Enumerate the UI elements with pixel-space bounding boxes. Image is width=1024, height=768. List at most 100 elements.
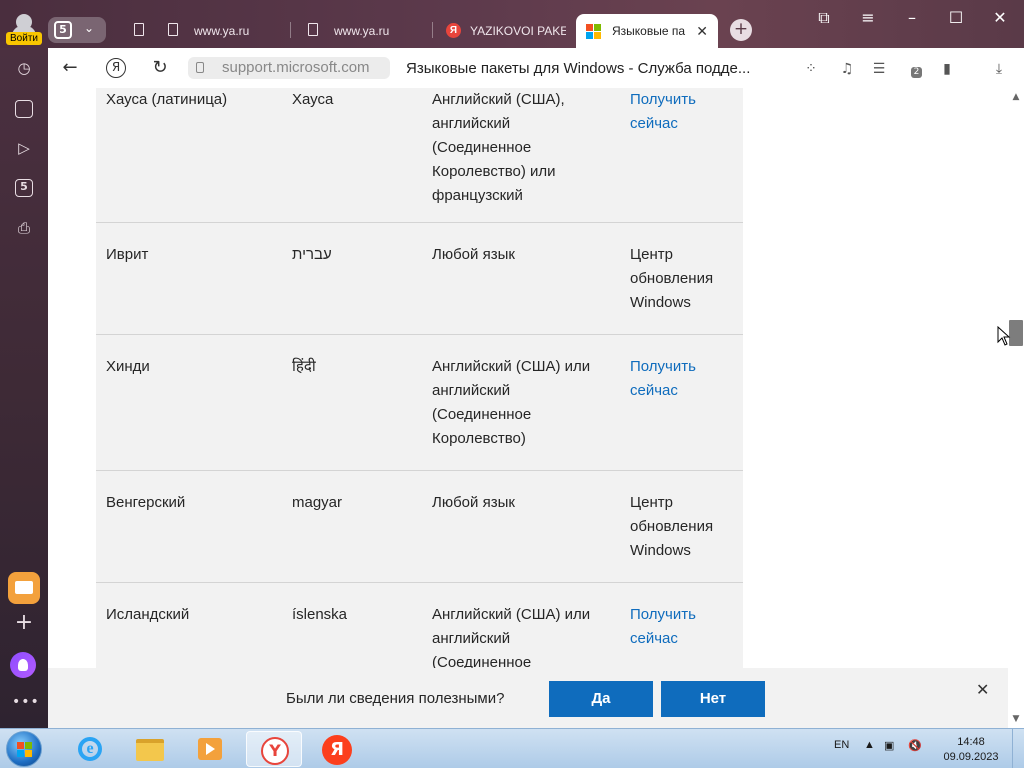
cell-how-to-get-text: Центр обновления Windows [630,245,714,311]
pinned-tab[interactable] [118,14,154,48]
network-icon[interactable]: ▣ [884,739,894,752]
browser-sidebar: ◷ ▷ 5 ⎙ + ••• [0,48,48,728]
minimize-icon[interactable]: – [900,8,924,28]
scrollbar-thumb[interactable] [1009,320,1023,346]
notifications-icon[interactable]: 2 [902,60,922,78]
download-icon[interactable]: ⤓ [990,60,1008,78]
tab-ya-2[interactable]: www.ya.ru [302,14,422,48]
tab-ya-1[interactable]: www.ya.ru [162,14,282,48]
chevron-down-icon: ⌄ [84,21,95,35]
maximize-icon[interactable]: ☐ [944,8,968,28]
input-language[interactable]: EN [834,739,849,751]
taskbar-file-explorer[interactable] [122,731,178,767]
yandex-icon: Я [322,735,352,765]
add-sidebar-item-icon[interactable]: + [12,610,36,635]
bookmark-icon[interactable]: ▮ [938,60,956,78]
media-player-icon [198,738,222,760]
get-now-link[interactable]: Получить сейчас [630,606,696,647]
system-clock[interactable]: 14:48 09.09.2023 [936,735,1006,765]
scroll-up-arrow-icon[interactable]: ▲ [1011,92,1021,102]
cell-language-text: Исландский [106,605,190,623]
table-row: Хинди हिंदी Английский (США) или английски… [96,334,743,471]
history-icon[interactable]: ◷ [12,56,36,80]
cell-base-language: Английский (США) или английский (Соедине… [422,334,620,471]
document-icon [134,23,144,36]
taskbar-media-player[interactable] [182,731,238,767]
url-field[interactable]: support.microsoft.com [188,57,390,79]
cell-native-name: íslenska [282,582,422,676]
reader-mode-icon[interactable]: ☰ [870,60,888,78]
microsoft-logo-icon [586,24,601,39]
cell-how-to-get: Центр обновления Windows [620,222,743,335]
headphones-icon[interactable]: ♫ [838,60,856,78]
cell-how-to-get: Получить сейчас [620,582,743,676]
video-play-icon[interactable]: ▷ [12,136,36,160]
tab-groups-button[interactable]: 5 ⌄ [48,17,106,43]
tab-label: www.ya.ru [194,24,250,38]
clock-date: 09.09.2023 [943,751,999,763]
close-icon[interactable]: ✕ [976,680,989,699]
cell-how-to-get: Получить сейчас [620,334,743,471]
cell-how-to-get: Центр обновления Windows [620,470,743,583]
internet-explorer-icon: e [78,737,102,761]
feedback-no-button[interactable]: Нет [661,681,765,717]
cell-native-name-text: Хауса [292,91,334,108]
show-desktop-button[interactable] [1012,729,1024,768]
cell-native-name-text: עברית [292,245,332,263]
tab-yazikovoi[interactable]: Я YAZIKOVOI PAKE [444,14,568,48]
new-tab-button[interactable]: + [730,19,752,41]
get-now-link[interactable]: Получить сейчас [630,358,696,399]
cell-base-language-text: Английский (США) или английский (Соедине… [432,605,591,671]
cell-base-language: Английский (США) или английский (Соедине… [422,582,620,676]
back-arrow-icon[interactable]: ← [58,56,82,80]
feedback-yes-button[interactable]: Да [549,681,653,717]
profile-button[interactable]: Войти [6,12,42,46]
notifications-badge: 2 [911,67,922,78]
start-button[interactable] [6,731,42,767]
cell-native-name-text: íslenska [292,605,348,623]
scroll-down-arrow-icon[interactable]: ▼ [1011,714,1021,724]
cell-language-text: Иврит [106,245,149,263]
collections-icon[interactable]: ⧉ [812,8,836,28]
tab-language-packs[interactable]: Языковые па ✕ [576,14,718,48]
table-row: Иврит עברית Любой язык Центр обновления Win… [96,222,743,335]
folder-icon [136,739,164,761]
collections-icon[interactable] [15,100,33,118]
menu-icon[interactable]: ≡ [856,8,880,28]
cell-native-name: magyar [282,470,422,583]
screenshot-camera-icon[interactable]: ⎙ [12,216,36,240]
page-title: Языковые пакеты для Windows - Служба под… [406,60,751,77]
cell-language: Хинди [96,334,282,471]
tray-expand-icon[interactable]: ▲ [864,739,875,751]
taskbar-yandex[interactable]: Я [308,731,364,767]
lock-icon [196,62,204,73]
cell-base-language: Любой язык [422,222,620,335]
volume-muted-icon[interactable]: 🔇 [908,739,922,752]
more-icon[interactable]: ••• [12,694,39,710]
get-now-link[interactable]: Получить сейчас [630,91,696,132]
extensions-icon[interactable]: ⁘ [802,60,820,78]
cell-language-text: Хауса (латиница) [106,91,228,108]
alice-assistant-button[interactable] [10,652,36,678]
table-row: Исландский íslenska Английский (США) или а… [96,582,743,676]
tab-label: Языковые па [612,24,686,38]
cell-native-name: עברית [282,222,422,335]
tab-count-sidebar-icon[interactable]: 5 [15,179,33,197]
table-row: Хауса (латиница) Хауса Английский (США), а… [96,88,743,223]
cell-base-language: Английский (США), английский (Соединенно… [422,88,620,223]
alice-icon [18,659,28,671]
taskbar-internet-explorer[interactable]: e [62,731,118,767]
close-window-icon[interactable]: ✕ [988,8,1012,28]
mail-button[interactable] [8,572,40,604]
close-tab-icon[interactable]: ✕ [696,23,708,40]
vertical-scrollbar[interactable]: ▲ ▼ [1008,88,1024,728]
taskbar-yandex-browser[interactable]: Y [246,731,302,767]
reload-icon[interactable]: ↻ [148,56,172,80]
yandex-home-button[interactable]: Я [106,58,126,78]
document-icon [168,23,178,36]
mouse-cursor-icon [997,326,1011,346]
tab-label: YAZIKOVOI PAKE [470,24,566,38]
cell-language-text: Хинди [106,357,150,375]
cell-native-name: Хауса [282,88,422,223]
cell-base-language: Любой язык [422,470,620,583]
